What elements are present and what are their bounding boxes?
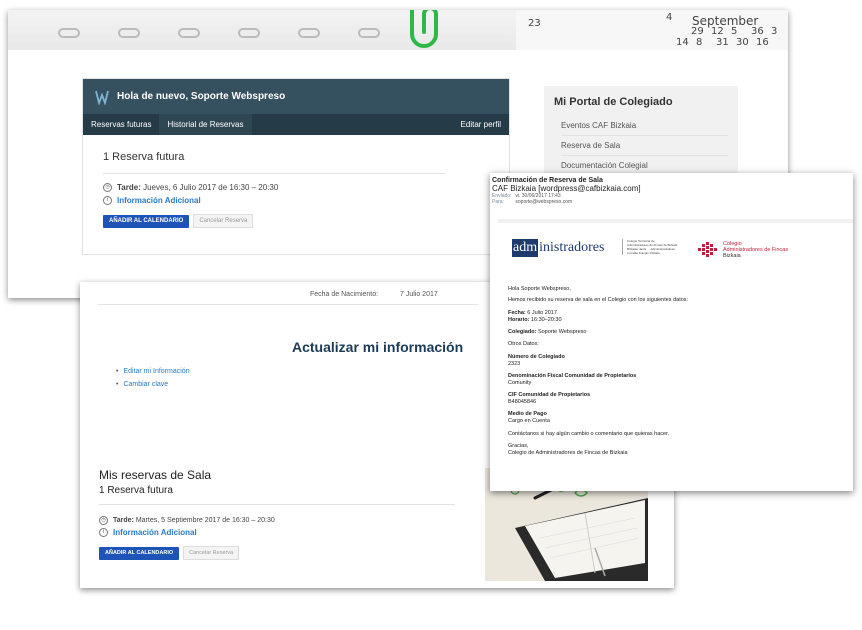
signature-line: Colegio de Administradores de Fincas de … [508,450,628,456]
clock-icon: ◷ [99,516,108,525]
email-header: Confirmación de Reserva de Sala CAF Bizk… [490,173,853,208]
email-subject: Confirmación de Reserva de Sala [492,177,603,184]
calendar-day: 8 [696,37,703,48]
to-label: Para: [492,199,504,205]
birth-date-value: 7 Julio 2017 [400,291,438,298]
calendar-day: 30 [736,37,749,48]
email-from: CAF Bizkaia [wordpress@cafbizkaia.com] [492,184,641,193]
fecha-row: Fecha: 6 Julio 2017 [508,310,557,316]
tab-future-reservations[interactable]: Reservas futuras [83,114,159,135]
calendar-day: 12 [711,26,724,37]
email-content: adm inistradores Colegio Territorial de … [498,223,853,491]
reservation-info: i Información Adicional [103,196,509,205]
calendar-banner: September 4 29 12 5 36 3 14 8 31 30 16 2… [8,10,788,50]
cif-label: CIF Comunidad de Propietarios [508,392,591,398]
calendar-day: 4 [666,12,673,23]
info-icon: i [99,528,108,537]
email-greeting: Hola Soporte Webspreso, [508,286,571,292]
additional-info-link[interactable]: Información Adicional [113,528,197,537]
additional-info-link[interactable]: Información Adicional [117,196,201,205]
my-reservations-title: Mis reservas de Sala [99,468,212,482]
reservations-panel: Hola de nuevo, Soporte Webspreso Reserva… [82,78,510,255]
sidebar-item-events[interactable]: Eventos CAF Bizkaia [561,116,728,136]
divider [98,304,478,305]
numero-label: Número de Colegiado [508,354,565,360]
calendar-page: September 4 29 12 5 36 3 14 8 31 30 16 2… [516,10,788,50]
medio-label: Medio de Pago [508,411,547,417]
calendar-day: 23 [528,18,541,29]
my-reservations-count: 1 Reserva futura [99,485,173,496]
cif-value: B48045846 [508,399,537,405]
medio-value: Cargo en Cuenta [508,418,550,424]
add-to-calendar-button[interactable]: AÑADIR AL CALENDARIO [103,214,190,228]
clock-icon: ◷ [103,183,112,192]
cancel-reservation-button[interactable]: Cancelar Reserva [183,546,240,560]
denominacion-value: Comunity [508,380,532,386]
to-value: soporte@webspreso.com [515,199,573,205]
sidebar-item-room-booking[interactable]: Reserva de Sala [561,136,728,156]
info-icon: i [103,196,112,205]
edit-info-link[interactable]: Editar mi Información [116,368,189,375]
calendar-day: 31 [716,37,729,48]
time-label: Tarde: [113,517,134,524]
divider [99,504,455,505]
welcome-heading: Hola de nuevo, Soporte Webspreso [117,91,286,102]
email-to-row: Para: soporte@webspreso.com [492,199,851,205]
reservation-date: Martes, 5 Septiembre 2017 de 16:30 – 20:… [135,517,275,524]
paperclip-icon [410,10,438,48]
email-intro: Hemos recibido su reserva de sala en el … [508,297,689,303]
tab-bar: Reservas futuras Historial de Reservas E… [83,114,509,135]
reservation-time: ◷ Tarde: Jueves, 6 Julio 2017 de 16:30 –… [103,183,509,192]
change-password-link[interactable]: Cambiar clave [116,381,168,388]
reservation-count: 1 Reserva futura [103,151,185,163]
time-label: Tarde: [117,183,141,192]
calendar-day: 14 [676,37,689,48]
binder-ring-icon [178,28,200,38]
calendar-day: 36 [751,26,764,37]
email-message: Hola Soporte Webspreso, Hemos recibido s… [508,286,838,457]
calendar-day: 3 [771,26,778,37]
logo-suffix: inistradores [539,240,605,255]
my-reservation-time: ◷ Tarde: Martes, 5 Septiembre 2017 de 16… [99,516,275,525]
binder-ring-icon [358,28,380,38]
calendar-day: 29 [691,26,704,37]
calendar-day: 5 [731,26,738,37]
email-window: Confirmación de Reserva de Sala CAF Bizk… [490,173,853,491]
otros-datos: Otros Datos: [508,341,539,347]
email-body: adm inistradores Colegio Territorial de … [498,219,853,491]
denominacion-label: Denominación Fiscal Comunidad de Propiet… [508,373,637,379]
calendar-day: 16 [756,37,769,48]
add-to-calendar-button[interactable]: AÑADIR AL CALENDARIO [99,546,180,560]
logo-prefix: adm [512,239,539,257]
binder-ring-icon [238,28,260,38]
colegio-logo-icon [698,242,717,257]
contact-line: Contáctanos si hay algún cambio o coment… [508,431,670,437]
thanks-line: Gracias, [508,443,529,449]
webspreso-logo-icon [95,90,109,105]
tab-reservation-history[interactable]: Historial de Reservas [159,114,252,135]
sidebar-title: Mi Portal de Colegiado [554,96,673,108]
colegiado-row: Colegiado: Soporte Webspreso [508,329,587,335]
cancel-reservation-button[interactable]: Cancelar Reserva [193,214,254,228]
binder-ring-icon [298,28,320,38]
reservation-date: Jueves, 6 Julio 2017 de 16:30 – 20:30 [143,183,279,192]
update-info-heading: Actualizar mi información [292,339,464,355]
panel-header: Hola de nuevo, Soporte Webspreso [83,79,509,114]
my-reservation-info: i Información Adicional [99,528,197,537]
college-subtitle: Colegio Territorial de Administradores d… [622,239,677,255]
subtitle-line: Lurralde Kolegio Ofiziala [627,251,660,255]
edit-profile-link[interactable]: Editar perfil [453,114,509,135]
colegio-logo: Colegio Administradores de Fincas Bizkai… [698,241,788,259]
binder-ring-icon [58,28,80,38]
colegio-line: Bizkaia [723,253,741,259]
binder-ring-icon [118,28,140,38]
numero-value: 2323 [508,361,521,367]
horario-row: Horario: 16:30–20:30 [508,317,562,323]
birth-date-label: Fecha de Nacimiento: [310,291,379,298]
administradores-logo: adm inistradores [512,239,604,257]
